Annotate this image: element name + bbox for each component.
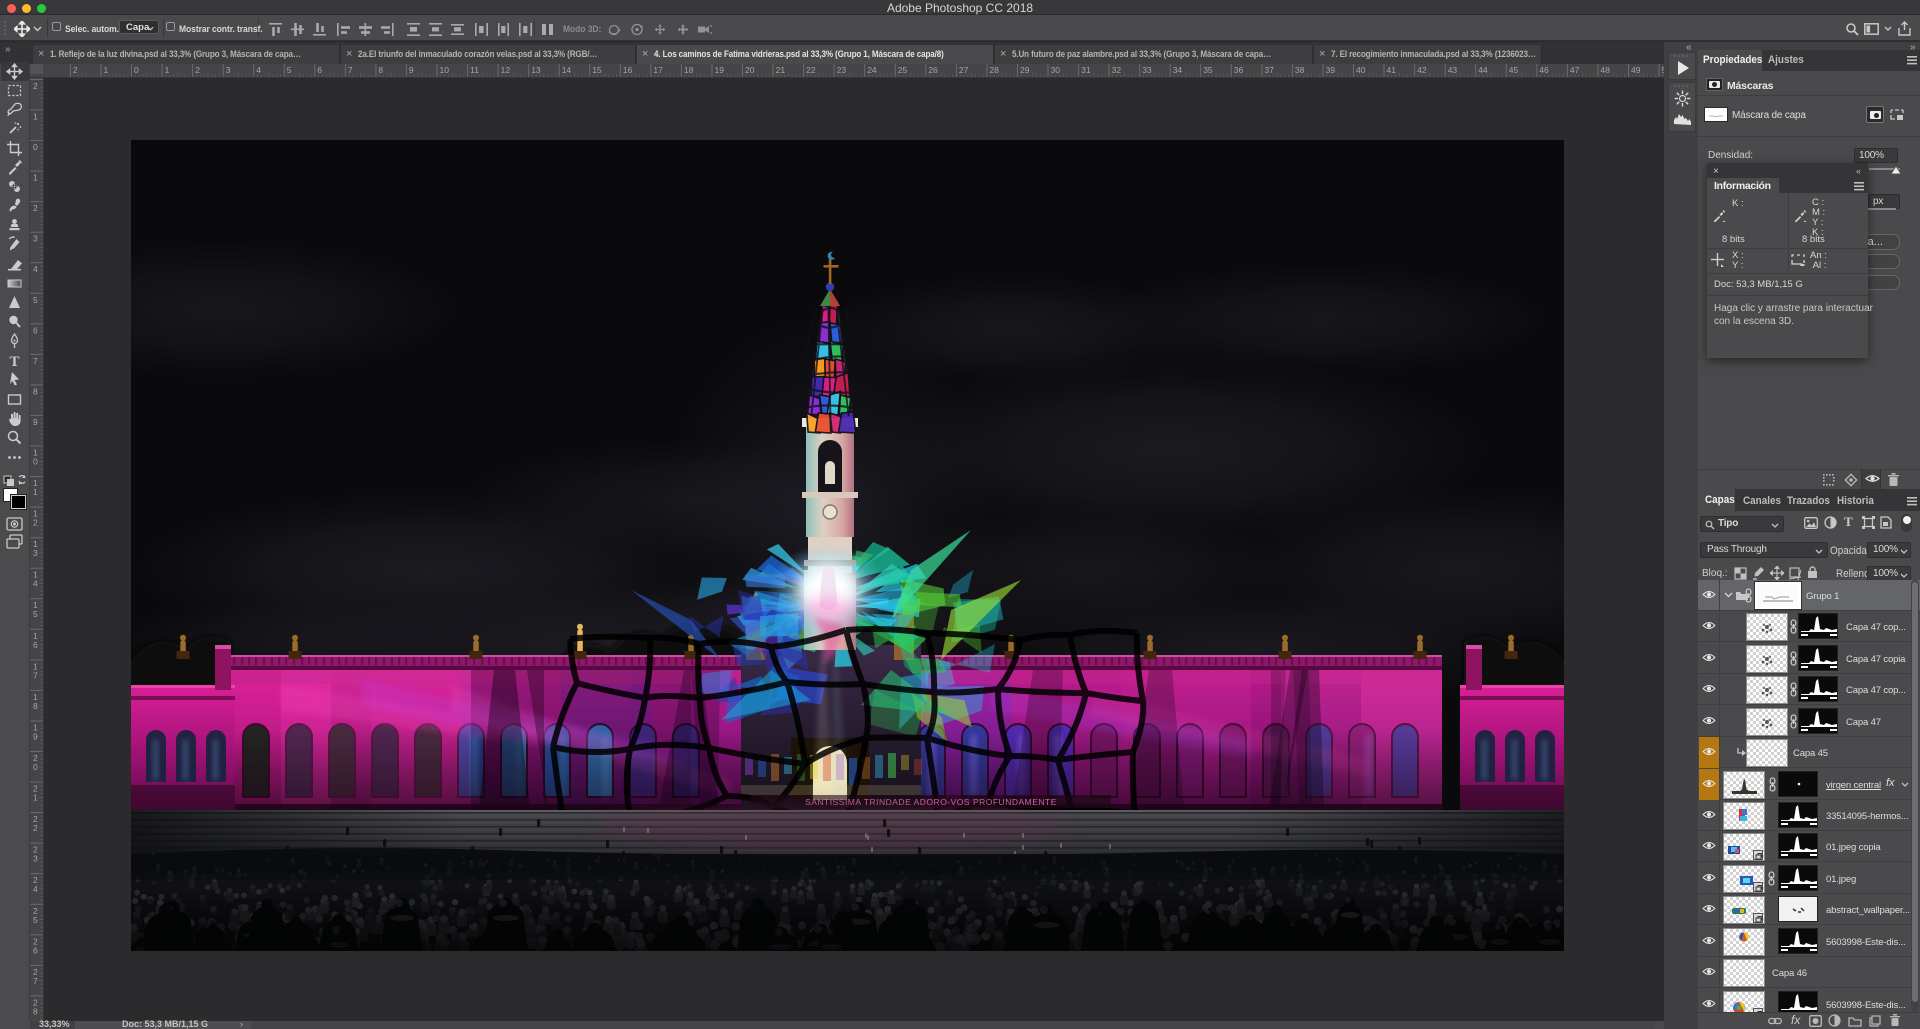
svg-text:12: 12 [501,65,511,75]
svg-text:5: 5 [287,65,292,75]
svg-text:36: 36 [1234,65,1244,75]
svg-text:6: 6 [317,65,322,75]
svg-text:14: 14 [562,65,572,75]
svg-text:7: 7 [33,976,38,986]
svg-text:T: T [9,354,19,369]
svg-text:42: 42 [1417,65,1427,75]
svg-text:1: 1 [33,793,38,803]
svg-text:6: 6 [33,945,38,955]
svg-text:48: 48 [1600,65,1610,75]
svg-text:44: 44 [1478,65,1488,75]
svg-text:3: 3 [33,854,38,864]
svg-text:21: 21 [776,65,786,75]
svg-text:4: 4 [33,579,38,589]
svg-text:18: 18 [684,65,694,75]
svg-text:0: 0 [33,762,38,772]
svg-text:26: 26 [928,65,938,75]
svg-text:31: 31 [1081,65,1091,75]
svg-text:32: 32 [1112,65,1122,75]
svg-text:25: 25 [898,65,908,75]
svg-text:11: 11 [470,65,479,75]
svg-text:6: 6 [33,325,38,335]
svg-text:22: 22 [806,65,816,75]
svg-text:10: 10 [440,65,450,75]
svg-text:13: 13 [531,65,541,75]
svg-text:40: 40 [1356,65,1366,75]
svg-text:30: 30 [1051,65,1061,75]
svg-text:2: 2 [73,65,78,75]
svg-text:16: 16 [623,65,633,75]
svg-text:7: 7 [33,670,38,680]
svg-text:33: 33 [1142,65,1152,75]
svg-text:24: 24 [867,65,877,75]
svg-text:9: 9 [33,732,38,742]
svg-text:29: 29 [1020,65,1030,75]
svg-text:49: 49 [1631,65,1641,75]
svg-text:3: 3 [226,65,231,75]
svg-text:19: 19 [715,65,725,75]
svg-text:27: 27 [959,65,969,75]
svg-text:7: 7 [348,65,353,75]
svg-text:2: 2 [33,81,38,91]
svg-text:1: 1 [33,173,38,183]
svg-text:5: 5 [33,295,38,305]
svg-text:15: 15 [592,65,602,75]
svg-text:2: 2 [33,203,38,213]
svg-text:4: 4 [33,264,38,274]
svg-text:0: 0 [134,65,139,75]
svg-text:39: 39 [1326,65,1336,75]
svg-text:5: 5 [33,915,38,925]
svg-text:47: 47 [1570,65,1580,75]
svg-text:4: 4 [33,884,38,894]
svg-text:0: 0 [33,457,38,467]
svg-text:23: 23 [837,65,847,75]
svg-text:41: 41 [1387,65,1397,75]
svg-text:28: 28 [989,65,999,75]
svg-text:20: 20 [745,65,755,75]
svg-text:7: 7 [33,356,38,366]
svg-text:9: 9 [33,417,38,427]
svg-text:2: 2 [33,823,38,833]
svg-text:1: 1 [104,65,109,75]
svg-text:43: 43 [1448,65,1458,75]
svg-text:45: 45 [1509,65,1519,75]
svg-text:8: 8 [33,386,38,396]
svg-text:37: 37 [1264,65,1274,75]
svg-text:3: 3 [33,548,38,558]
svg-text:9: 9 [409,65,414,75]
svg-text:8: 8 [33,701,38,711]
svg-text:46: 46 [1539,65,1549,75]
svg-text:8: 8 [33,1006,38,1016]
svg-text:1: 1 [33,112,38,122]
svg-text:4: 4 [256,65,261,75]
svg-text:5: 5 [33,609,38,619]
svg-text:35: 35 [1203,65,1213,75]
svg-text:2: 2 [33,518,38,528]
svg-text:17: 17 [653,65,663,75]
svg-text:3: 3 [33,234,38,244]
svg-text:34: 34 [1173,65,1183,75]
svg-text:2: 2 [195,65,200,75]
svg-text:1: 1 [33,487,38,497]
svg-text:0: 0 [33,142,38,152]
svg-text:38: 38 [1295,65,1305,75]
svg-text:1: 1 [165,65,170,75]
svg-text:6: 6 [33,640,38,650]
svg-text:8: 8 [378,65,383,75]
